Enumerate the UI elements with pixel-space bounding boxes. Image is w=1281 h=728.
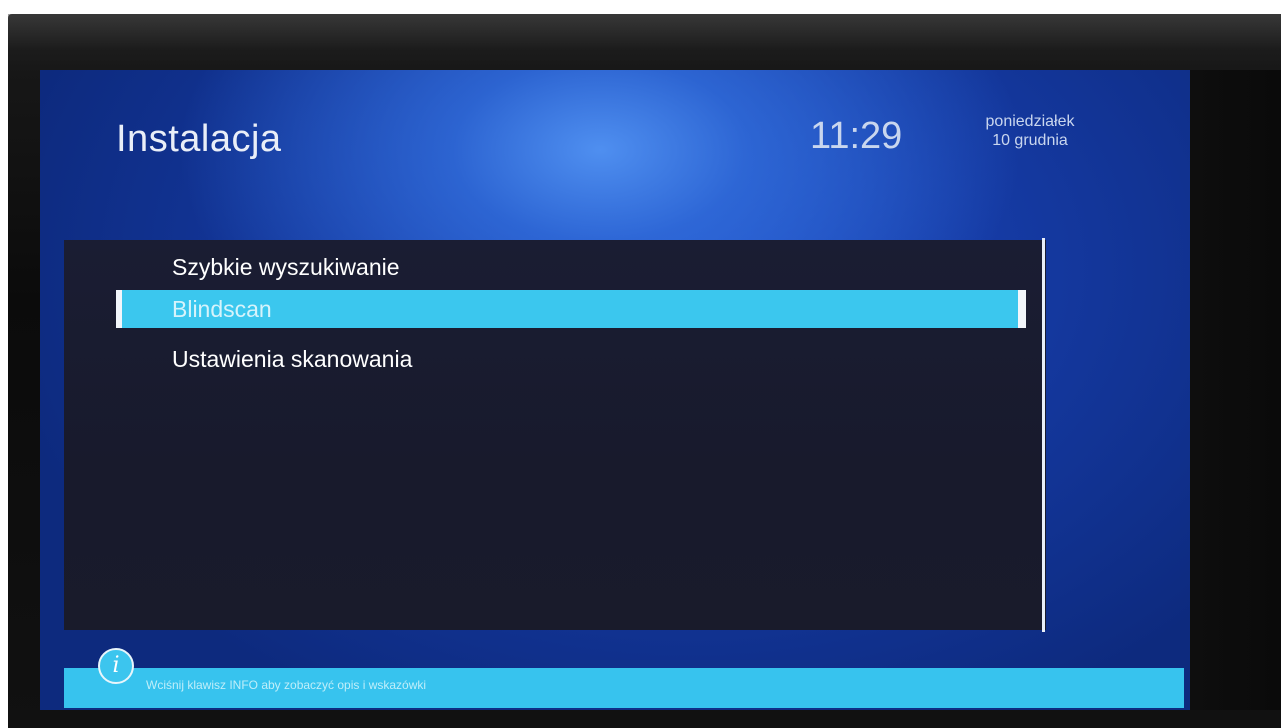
date: 10 grudnia xyxy=(992,132,1068,149)
tv-side xyxy=(1190,70,1281,710)
selection-right-cap xyxy=(1018,290,1026,328)
selection-left-cap xyxy=(116,290,122,328)
menu-item-label: Szybkie wyszukiwanie xyxy=(172,254,400,280)
tv-screen: Instalacja 11:29 poniedziałek 10 grudnia… xyxy=(40,70,1190,710)
clock: 11:29 xyxy=(810,115,903,157)
menu-item-label: Ustawienia skanowania xyxy=(172,346,413,372)
date-display: poniedziałek 10 grudnia xyxy=(960,112,1100,150)
weekday: poniedziałek xyxy=(985,113,1075,130)
menu-scrollbar[interactable] xyxy=(1042,238,1045,632)
menu-item-quick-search[interactable]: Szybkie wyszukiwanie xyxy=(116,248,1026,286)
menu-item-blindscan[interactable]: Blindscan xyxy=(116,290,1026,328)
info-icon: i xyxy=(98,648,134,684)
page-title: Instalacja xyxy=(116,118,282,160)
info-hint: Wciśnij klawisz INFO aby zobaczyć opis i… xyxy=(146,678,427,692)
menu-item-scan-settings[interactable]: Ustawienia skanowania xyxy=(116,340,1026,378)
tv-bezel-highlight xyxy=(8,14,1281,74)
menu-item-label: Blindscan xyxy=(172,296,272,322)
